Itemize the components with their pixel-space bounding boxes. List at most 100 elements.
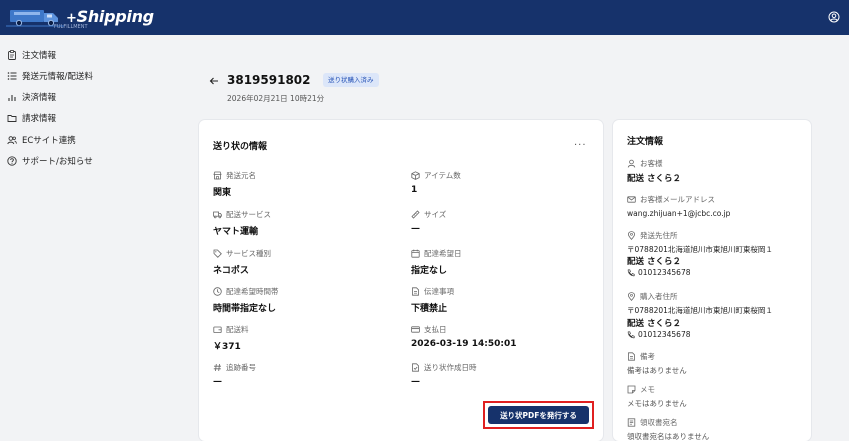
field-label-delivery-date: 配達希望日 bbox=[411, 248, 462, 259]
sidebar-item-label: 発送元情報/配送料 bbox=[22, 72, 93, 82]
field-label-size: サイズ bbox=[411, 209, 446, 220]
ship-address-label: 発送先住所 bbox=[627, 230, 678, 241]
field-label-label-created: 送り状作成日時 bbox=[411, 362, 477, 373]
customer-label: お客様 bbox=[627, 158, 663, 169]
label-text: 配達希望日 bbox=[424, 249, 462, 258]
sidebar-item-label: 請求情報 bbox=[22, 114, 57, 124]
clipboard-icon bbox=[7, 50, 17, 60]
hash-icon bbox=[213, 363, 222, 372]
sidebar-item-billing[interactable]: 請求情報 bbox=[7, 110, 56, 126]
more-options-icon[interactable]: ··· bbox=[574, 140, 587, 151]
sidebar-item-label: 決済情報 bbox=[22, 93, 57, 103]
truck-icon bbox=[213, 210, 222, 219]
buyer-address-label: 購入者住所 bbox=[627, 291, 678, 302]
label-text: お客様 bbox=[640, 159, 663, 168]
label-text: 伝達事項 bbox=[424, 287, 454, 296]
label-text: 発送先住所 bbox=[640, 231, 678, 240]
label-text: メモ bbox=[640, 385, 655, 394]
map-pin-icon bbox=[627, 231, 636, 240]
sidebar-item-label: サポート/お知らせ bbox=[22, 157, 93, 167]
phone-text: 01012345678 bbox=[638, 330, 691, 339]
customer-email: wang.zhijuan+1@jcbc.co.jp bbox=[627, 209, 731, 218]
label-text: お客様メールアドレス bbox=[640, 195, 715, 204]
field-label-notes: 伝達事項 bbox=[411, 286, 454, 297]
field-label-origin: 発送元名 bbox=[213, 170, 256, 181]
label-text: 支払日 bbox=[424, 325, 447, 334]
ruler-icon bbox=[411, 210, 420, 219]
mail-icon bbox=[627, 195, 636, 204]
tag-icon bbox=[213, 249, 222, 258]
field-value-delivery-date: 指定なし bbox=[411, 266, 448, 276]
receipt-icon bbox=[627, 418, 636, 427]
file-check-icon bbox=[411, 363, 420, 372]
credit-card-icon bbox=[411, 325, 420, 334]
ship-recipient: 配送 さくら２ bbox=[627, 257, 681, 267]
label-text: 送り状作成日時 bbox=[424, 363, 477, 372]
label-text: 配送サービス bbox=[226, 210, 271, 219]
field-label-carrier: 配送サービス bbox=[213, 209, 271, 220]
note-value: 備考はありません bbox=[627, 366, 687, 375]
list-icon bbox=[7, 71, 17, 81]
label-text: 発送元名 bbox=[226, 171, 256, 180]
buyer-phone: 01012345678 bbox=[627, 330, 691, 339]
field-value-size: — bbox=[411, 224, 420, 234]
label-text: 追跡番号 bbox=[226, 363, 256, 372]
sidebar-item-orders[interactable]: 注文情報 bbox=[7, 47, 56, 63]
field-value-origin: 関東 bbox=[213, 188, 232, 198]
field-value-item-count: 1 bbox=[411, 185, 418, 195]
label-text: アイテム数 bbox=[424, 171, 461, 180]
top-header: +Shipping FULFILLMENT bbox=[0, 0, 849, 35]
note-label: 備考 bbox=[627, 351, 655, 362]
order-number: 3819591802 bbox=[227, 73, 311, 87]
field-label-shipping-fee: 配送料 bbox=[213, 324, 249, 335]
brand-text: Shipping bbox=[76, 7, 155, 26]
ship-address: 〒0788201北海道旭川市東旭川町東桜岡１ bbox=[627, 245, 773, 254]
phone-text: 01012345678 bbox=[638, 268, 691, 277]
field-label-item-count: アイテム数 bbox=[411, 170, 461, 181]
label-text: 配達希望時間帯 bbox=[226, 287, 279, 296]
user-account-icon[interactable] bbox=[828, 11, 840, 23]
sidebar-item-support[interactable]: サポート/お知らせ bbox=[7, 153, 93, 169]
sidebar-item-shipping-origin[interactable]: 発送元情報/配送料 bbox=[7, 68, 93, 84]
field-label-delivery-time: 配達希望時間帯 bbox=[213, 286, 279, 297]
label-text: 購入者住所 bbox=[640, 292, 678, 301]
field-label-payment-date: 支払日 bbox=[411, 324, 447, 335]
field-value-label-created: — bbox=[411, 377, 420, 387]
app-logo[interactable]: +Shipping FULFILLMENT bbox=[6, 4, 154, 31]
field-value-payment-date: 2026-03-19 14:50:01 bbox=[411, 339, 517, 349]
field-value-service-type: ネコポス bbox=[213, 266, 249, 276]
sidebar-item-payments[interactable]: 決済情報 bbox=[7, 89, 56, 105]
receipt-value: 領収書宛名はありません bbox=[627, 432, 710, 441]
customer-name: 配送 さくら２ bbox=[627, 174, 681, 184]
phone-icon bbox=[627, 268, 635, 277]
field-label-tracking-number: 追跡番号 bbox=[213, 362, 256, 373]
field-value-tracking-number: — bbox=[213, 377, 222, 387]
sidebar: 注文情報 発送元情報/配送料 決済情報 請求情報 ECサイト連携 サポート/お知… bbox=[0, 35, 190, 441]
shipping-label-title: 送り状の情報 bbox=[213, 142, 268, 152]
user-icon bbox=[627, 159, 636, 168]
label-text: 領収書宛名 bbox=[640, 418, 678, 427]
folder-icon bbox=[7, 113, 17, 123]
status-badge: 送り状購入済み bbox=[323, 73, 379, 87]
issue-button-highlight: 送り状PDFを発行する bbox=[483, 401, 594, 429]
field-value-notes: 下積禁止 bbox=[411, 304, 448, 314]
label-text: 備考 bbox=[640, 352, 655, 361]
back-arrow-icon[interactable] bbox=[209, 76, 219, 86]
brand-tagline: FULFILLMENT bbox=[54, 24, 88, 30]
memo-label: メモ bbox=[627, 384, 655, 395]
store-icon bbox=[213, 171, 222, 180]
sidebar-item-ec-integration[interactable]: ECサイト連携 bbox=[7, 132, 76, 148]
issue-label-pdf-button[interactable]: 送り状PDFを発行する bbox=[488, 406, 589, 424]
shipping-label-card bbox=[199, 120, 603, 441]
box-icon bbox=[411, 171, 420, 180]
map-pin-icon bbox=[627, 292, 636, 301]
field-value-delivery-time: 時間帯指定なし bbox=[213, 304, 277, 314]
label-text: 配送料 bbox=[226, 325, 249, 334]
memo-value: メモはありません bbox=[627, 399, 687, 408]
document-icon bbox=[411, 287, 420, 296]
document-icon bbox=[627, 352, 636, 361]
phone-icon bbox=[627, 330, 635, 339]
email-label: お客様メールアドレス bbox=[627, 194, 715, 205]
help-circle-icon bbox=[7, 156, 17, 166]
order-info-title: 注文情報 bbox=[627, 137, 664, 147]
